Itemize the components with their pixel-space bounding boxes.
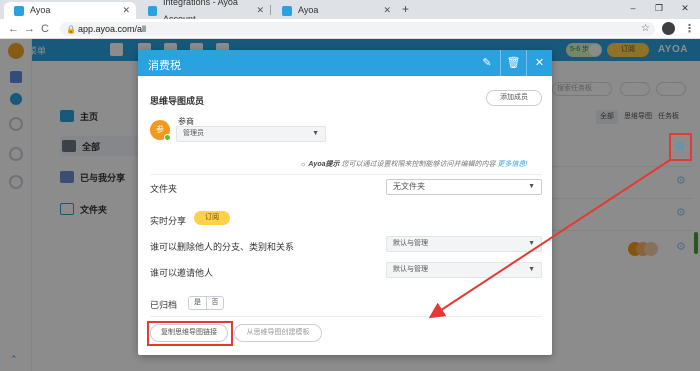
annotation-arrow (428, 159, 671, 319)
arrow-line (428, 159, 671, 319)
